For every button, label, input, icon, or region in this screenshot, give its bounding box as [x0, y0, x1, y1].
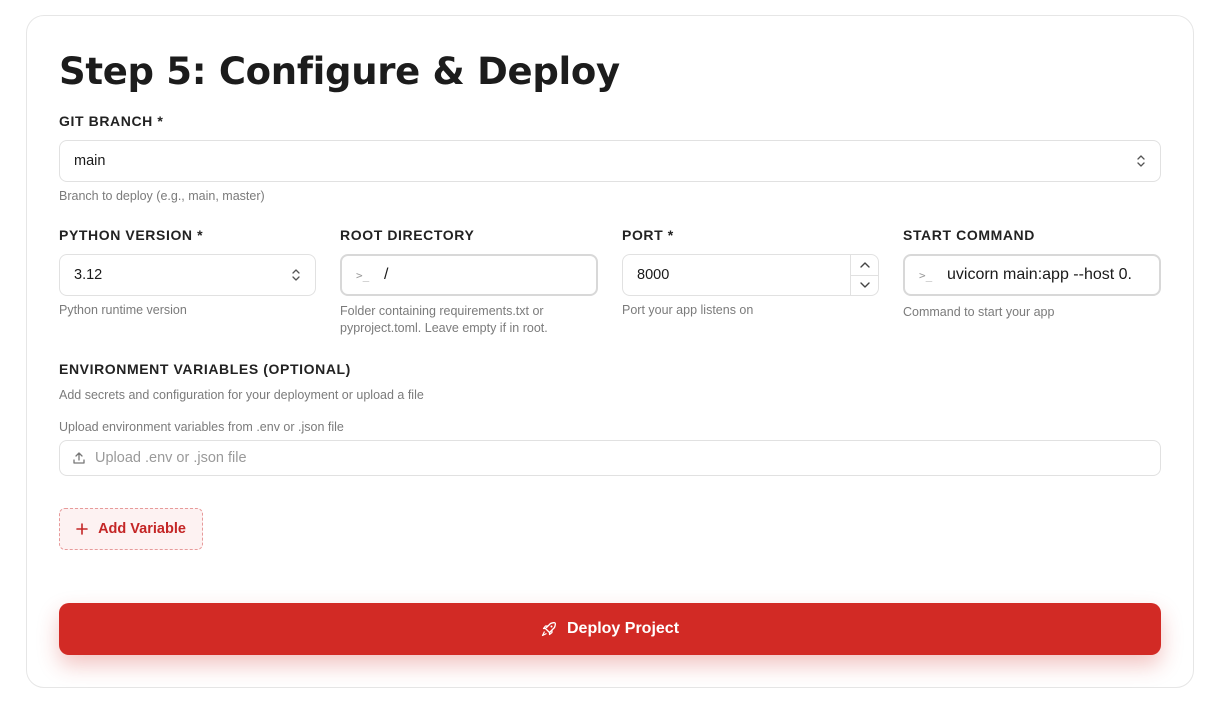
configure-card — [26, 15, 1194, 688]
port-label: PORT * — [622, 227, 674, 243]
terminal-prompt-icon: >_ — [356, 268, 370, 282]
python-version-select[interactable]: 3.12 — [59, 254, 316, 296]
port-increment-button[interactable] — [851, 255, 878, 275]
add-variable-button[interactable]: Add Variable — [59, 508, 203, 550]
deploy-project-button[interactable]: Deploy Project — [59, 603, 1161, 655]
root-directory-label: ROOT DIRECTORY — [340, 227, 475, 243]
root-directory-help: Folder containing requirements.txt or py… — [340, 303, 548, 337]
python-version-help: Python runtime version — [59, 303, 187, 317]
env-upload-input[interactable]: Upload .env or .json file — [59, 440, 1161, 476]
root-directory-help-line2: pyproject.toml. Leave empty if in root. — [340, 321, 548, 335]
git-branch-help: Branch to deploy (e.g., main, master) — [59, 189, 265, 203]
chevron-down-icon — [859, 282, 870, 288]
port-decrement-button[interactable] — [851, 274, 878, 296]
root-directory-help-line1: Folder containing requirements.txt or — [340, 304, 544, 318]
plus-icon — [76, 523, 88, 535]
root-directory-value: / — [384, 266, 389, 283]
env-vars-help: Add secrets and configuration for your d… — [59, 388, 424, 402]
port-help: Port your app listens on — [622, 303, 754, 317]
port-value: 8000 — [637, 267, 670, 283]
python-version-value: 3.12 — [74, 267, 103, 283]
git-branch-value: main — [74, 153, 106, 169]
start-command-help: Command to start your app — [903, 305, 1055, 319]
env-upload-help: Upload environment variables from .env o… — [59, 420, 344, 434]
start-command-label: START COMMAND — [903, 227, 1035, 243]
git-branch-select[interactable]: main — [59, 140, 1161, 182]
env-upload-placeholder: Upload .env or .json file — [95, 450, 247, 466]
port-input[interactable]: 8000 — [622, 254, 879, 296]
start-command-value: uvicorn main:app --host 0. — [947, 266, 1132, 283]
add-variable-label: Add Variable — [98, 521, 186, 537]
rocket-icon — [541, 622, 556, 637]
chevron-up-down-icon — [1137, 155, 1145, 167]
git-branch-label: GIT BRANCH * — [59, 113, 164, 129]
env-vars-label: ENVIRONMENT VARIABLES (OPTIONAL) — [59, 361, 351, 377]
start-command-input[interactable]: >_ uvicorn main:app --host 0. — [903, 254, 1161, 296]
chevron-up-icon — [859, 262, 870, 268]
root-directory-input[interactable]: >_ / — [340, 254, 598, 296]
page-title: Step 5: Configure & Deploy — [59, 50, 620, 93]
deploy-project-label: Deploy Project — [566, 620, 680, 637]
port-stepper — [850, 255, 878, 295]
python-version-label: PYTHON VERSION * — [59, 227, 204, 243]
upload-icon — [73, 452, 85, 464]
terminal-prompt-icon: >_ — [919, 268, 933, 282]
chevron-up-down-icon — [292, 269, 300, 281]
